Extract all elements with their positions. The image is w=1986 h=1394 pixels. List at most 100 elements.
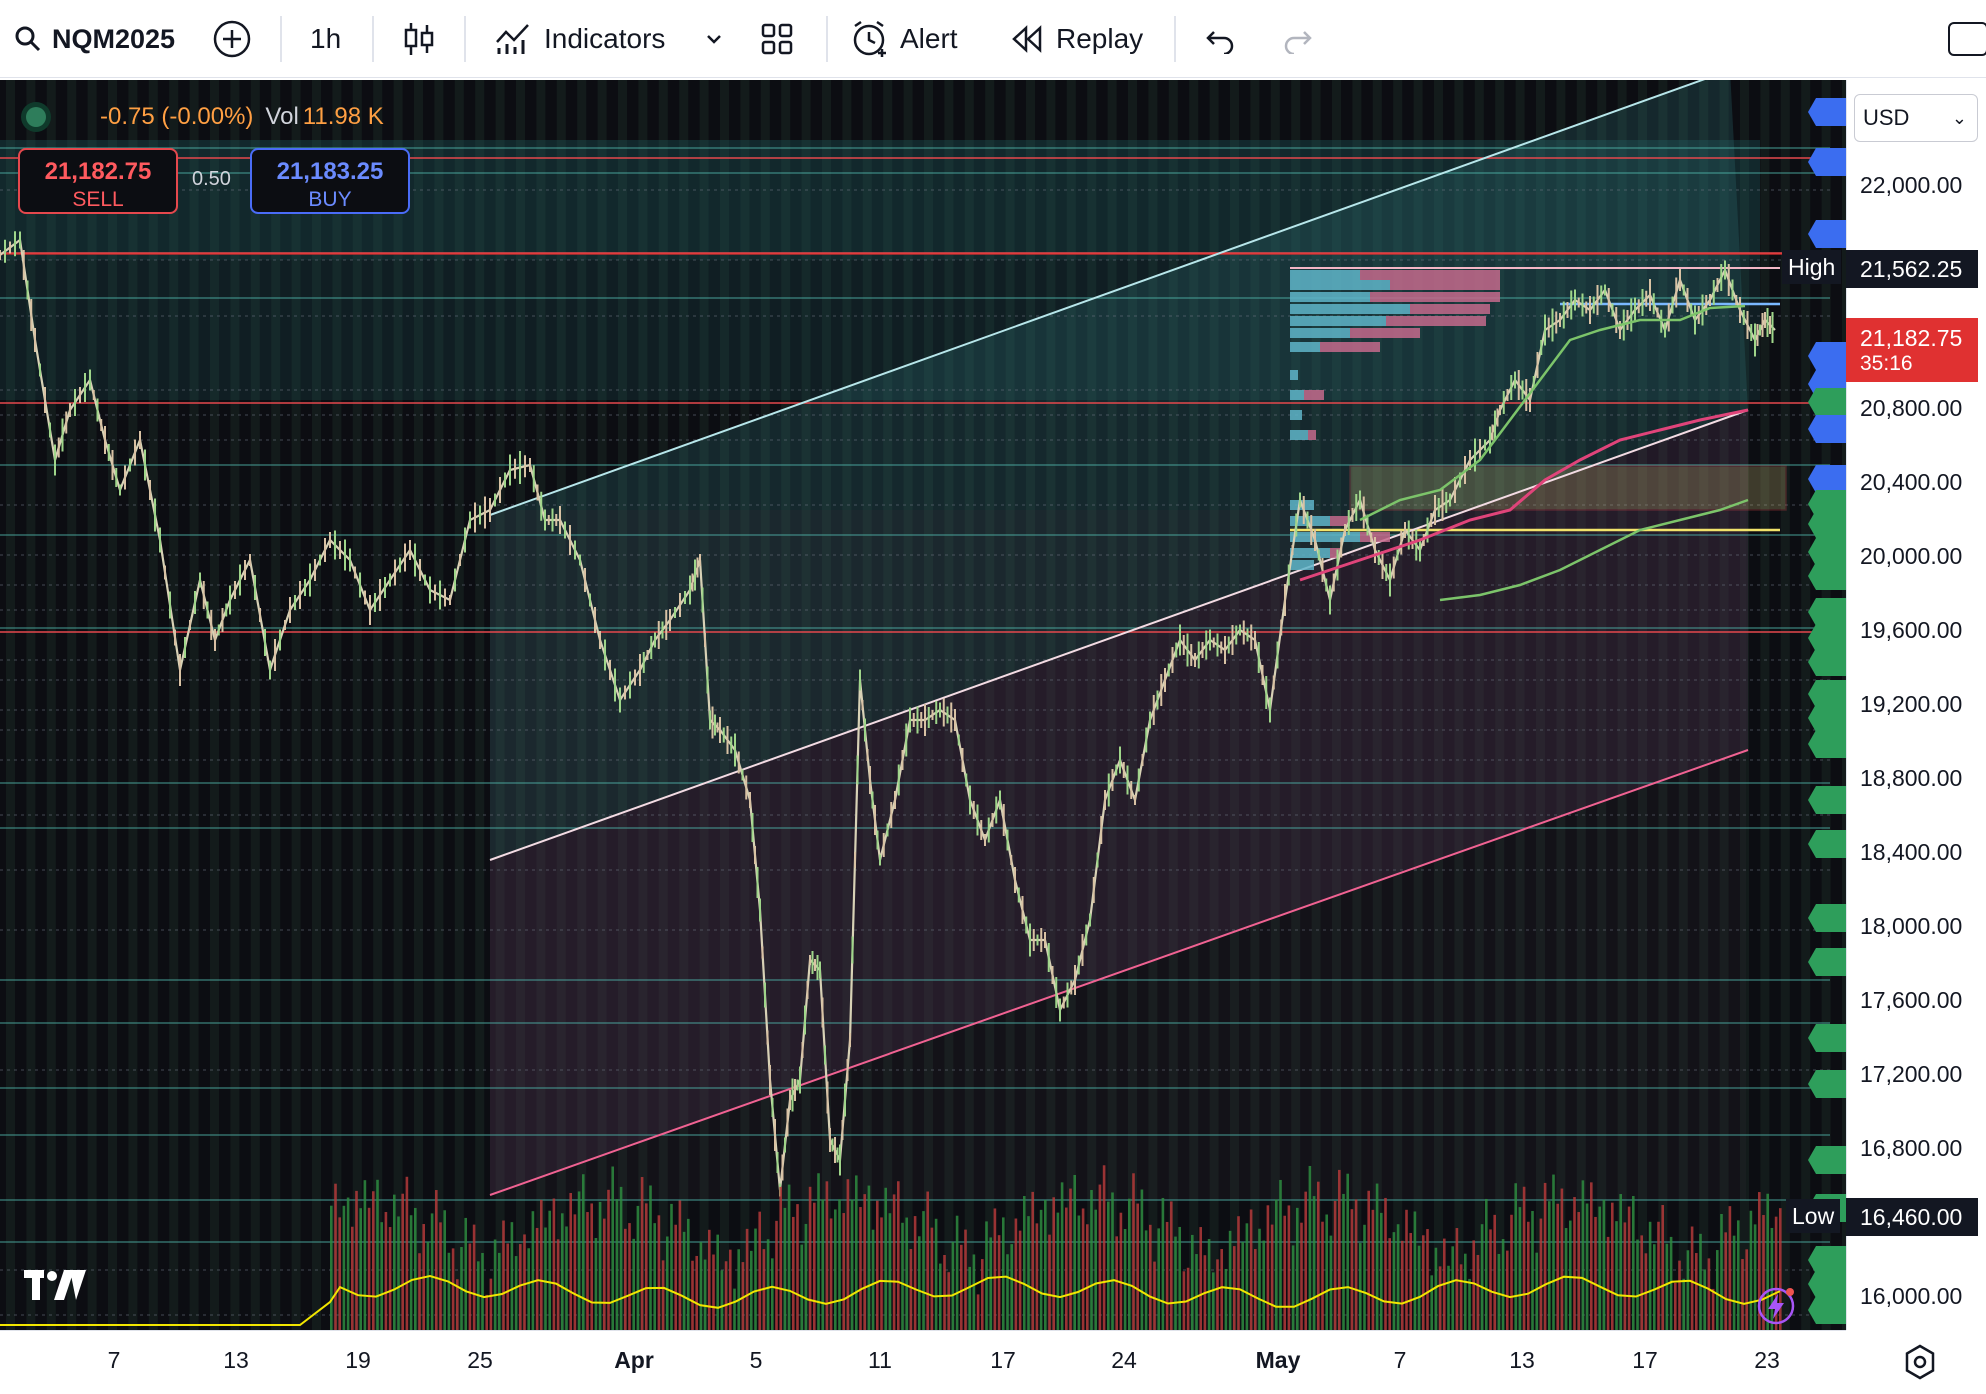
volume-bar: [1720, 1213, 1723, 1330]
volume-bar: [1728, 1206, 1732, 1330]
lightning-icon[interactable]: [1756, 1286, 1796, 1331]
indicators-icon: [496, 24, 529, 54]
price-tick-label: 18,400.00: [1860, 839, 1963, 865]
volume-bar: [481, 1252, 484, 1330]
volume-profile-bar: [1290, 390, 1304, 400]
volume-bar: [1447, 1265, 1450, 1330]
tradingview-logo-icon[interactable]: [24, 1268, 86, 1307]
volume-bar: [359, 1208, 362, 1330]
volume-bar: [1711, 1288, 1715, 1330]
indicators-button[interactable]: Indicators: [494, 0, 665, 78]
volume-bar: [1094, 1209, 1097, 1330]
replay-button[interactable]: Replay: [1010, 0, 1143, 78]
volume-bar: [619, 1186, 623, 1330]
redo-icon: [1284, 31, 1312, 54]
volume-bar: [943, 1254, 946, 1330]
redo-button[interactable]: [1280, 0, 1314, 78]
volume-bar: [510, 1222, 514, 1330]
level-tag: [1808, 786, 1846, 814]
volume-bar: [913, 1216, 917, 1330]
time-tick-label: 23: [1754, 1347, 1780, 1373]
interval-button[interactable]: 1h: [310, 0, 341, 78]
currency-select[interactable]: USD ⌄: [1854, 94, 1978, 142]
trading-app: NQM2025 1h Indicators Alert Replay -0.75…: [0, 0, 1986, 1394]
volume-bar: [603, 1218, 606, 1330]
volume-bar: [636, 1205, 640, 1330]
volume-bar: [535, 1227, 539, 1330]
volume-bar: [1682, 1278, 1685, 1330]
time-tick-label: 7: [107, 1347, 121, 1373]
price-tick-label: 17,600.00: [1860, 987, 1963, 1013]
volume-bar: [1144, 1230, 1148, 1330]
level-tag: [1808, 342, 1846, 370]
volume-bar: [1165, 1221, 1169, 1330]
indicators-dropdown[interactable]: [704, 0, 724, 78]
volume-bar: [1405, 1209, 1408, 1330]
undo-button[interactable]: [1204, 0, 1238, 78]
sell-button[interactable]: 21,182.75 SELL: [18, 148, 178, 214]
volume-bar: [1573, 1197, 1576, 1330]
volume-bar: [447, 1252, 451, 1330]
volume-bar: [888, 1213, 892, 1330]
volume-bar: [645, 1203, 648, 1330]
level-tag: [1808, 1296, 1846, 1324]
volume-bar: [1060, 1182, 1064, 1330]
volume-bar: [846, 1179, 850, 1330]
volume-bar: [955, 1215, 959, 1330]
volume-bar: [1724, 1232, 1727, 1330]
chart-settings-button[interactable]: [1900, 1342, 1940, 1382]
volume-profile-bar: [1290, 548, 1330, 558]
volume-bar: [1619, 1194, 1622, 1330]
chart-pane[interactable]: [0, 80, 1846, 1330]
volume-bar: [695, 1255, 698, 1330]
layouts-button[interactable]: [760, 0, 794, 78]
volume-profile-bar: [1410, 304, 1490, 314]
volume-bar: [1632, 1196, 1635, 1330]
high-value: 21,562.25: [1860, 255, 1963, 282]
volume-bar: [1359, 1243, 1362, 1330]
volume-bar: [464, 1217, 467, 1330]
buy-button[interactable]: 21,183.25 BUY: [250, 148, 410, 214]
volume-bar: [1438, 1266, 1442, 1330]
volume-bar: [527, 1248, 530, 1330]
volume-bar: [1346, 1173, 1349, 1330]
volume-bar: [783, 1207, 787, 1330]
volume-bar: [687, 1218, 690, 1330]
fullscreen-button[interactable]: [1948, 0, 1986, 78]
compare-button[interactable]: [212, 0, 252, 78]
volume-bar: [1014, 1218, 1018, 1330]
symbol-search[interactable]: NQM2025: [14, 0, 180, 78]
volume-bar: [821, 1199, 824, 1330]
volume-bar: [1527, 1221, 1530, 1330]
level-tag: [1808, 730, 1846, 758]
volume-bar: [1745, 1249, 1748, 1330]
volume-bar: [1564, 1228, 1568, 1330]
volume-bar: [489, 1278, 493, 1330]
volume-bar: [1539, 1218, 1543, 1330]
volume-bar: [666, 1236, 669, 1330]
volume-bar: [523, 1234, 526, 1330]
volume-bar: [1422, 1235, 1425, 1330]
low-price-label: 16,460.00: [1846, 1198, 1978, 1236]
time-axis[interactable]: 7 13 19 25 Apr 5 11 17 24 May 7 13 17 23: [0, 1330, 1846, 1394]
volume-bar: [1249, 1209, 1253, 1330]
time-tick-label: 25: [467, 1347, 493, 1373]
volume-bar: [926, 1191, 929, 1330]
volume-bar: [750, 1250, 753, 1330]
volume-bar: [1039, 1209, 1043, 1330]
volume-bar: [678, 1200, 682, 1330]
volume-bar: [792, 1216, 795, 1330]
level-tag: [1808, 415, 1846, 443]
volume-bar: [729, 1249, 732, 1330]
chart-type-button[interactable]: [402, 0, 436, 78]
volume-bar: [426, 1241, 430, 1330]
rewind-icon: [1012, 25, 1042, 53]
price-change: -0.75 (-0.00%): [100, 103, 254, 130]
volume-bar: [670, 1203, 673, 1330]
alert-button[interactable]: Alert: [850, 0, 958, 78]
volume-bar: [1308, 1165, 1312, 1330]
toolbar-divider: [1174, 16, 1176, 62]
low-tag: Low: [1786, 1199, 1841, 1233]
level-tag: [1808, 680, 1846, 708]
volume-bar: [649, 1185, 652, 1330]
